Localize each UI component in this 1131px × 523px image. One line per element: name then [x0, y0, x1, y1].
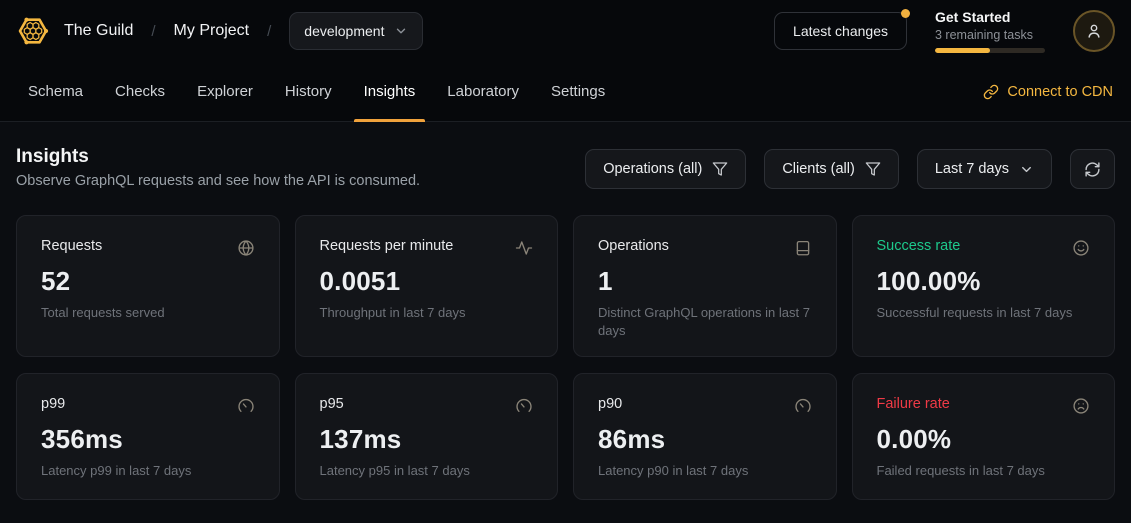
latest-changes-button[interactable]: Latest changes: [774, 12, 907, 50]
tab-history[interactable]: History: [275, 62, 342, 121]
chevron-down-icon: [1019, 162, 1034, 177]
chevron-down-icon: [394, 24, 408, 38]
stat-card-description: Latency p90 in last 7 days: [598, 462, 812, 480]
stat-card-value: 0.0051: [320, 266, 534, 297]
link-icon: [983, 84, 999, 100]
tab-insights[interactable]: Insights: [354, 62, 426, 121]
stat-card-title: Success rate: [877, 238, 961, 254]
clients-filter-button[interactable]: Clients (all): [764, 149, 899, 189]
latest-changes-label: Latest changes: [793, 23, 888, 39]
connect-to-cdn-link[interactable]: Connect to CDN: [983, 62, 1113, 121]
get-started-widget[interactable]: Get Started 3 remaining tasks: [935, 9, 1045, 53]
funnel-icon: [712, 161, 728, 177]
clients-filter-label: Clients (all): [782, 161, 855, 177]
get-started-subtitle: 3 remaining tasks: [935, 28, 1045, 42]
stat-card-value: 100.00%: [877, 266, 1091, 297]
refresh-button[interactable]: [1070, 149, 1115, 189]
notification-dot: [901, 9, 910, 18]
stat-card-title: p99: [41, 396, 65, 412]
tab-schema[interactable]: Schema: [18, 62, 93, 121]
gauge-icon: [794, 397, 812, 415]
operations-filter-label: Operations (all): [603, 161, 702, 177]
frown-icon: [1072, 397, 1090, 415]
stat-card: Failure rate 0.00% Failed requests in la…: [852, 373, 1116, 500]
stat-card: Operations 1 Distinct GraphQL operations…: [573, 215, 837, 357]
stat-card: p90 86ms Latency p90 in last 7 days: [573, 373, 837, 500]
user-avatar[interactable]: [1073, 10, 1115, 52]
stat-card-title: Failure rate: [877, 396, 950, 412]
book-icon: [794, 239, 812, 257]
stat-card-value: 0.00%: [877, 424, 1091, 455]
breadcrumb-org[interactable]: The Guild: [64, 22, 133, 40]
stat-card-title: Operations: [598, 238, 669, 254]
stat-card: Requests 52 Total requests served: [16, 215, 280, 357]
period-filter-value: Last 7 days: [935, 161, 1009, 177]
operations-filter-button[interactable]: Operations (all): [585, 149, 746, 189]
stat-card-description: Throughput in last 7 days: [320, 304, 534, 322]
stat-card-description: Total requests served: [41, 304, 255, 322]
target-selector-value: development: [304, 23, 384, 39]
stat-card-title: p90: [598, 396, 622, 412]
globe-icon: [237, 239, 255, 257]
smile-icon: [1072, 239, 1090, 257]
stat-card-value: 1: [598, 266, 812, 297]
page-title: Insights: [16, 146, 420, 168]
refresh-icon: [1084, 161, 1101, 178]
stat-card-value: 137ms: [320, 424, 534, 455]
top-header: The Guild / My Project / development Lat…: [0, 0, 1131, 62]
connect-to-cdn-label: Connect to CDN: [1007, 84, 1113, 100]
main-nav: SchemaChecksExplorerHistoryInsightsLabor…: [0, 62, 1131, 122]
stat-card-description: Failed requests in last 7 days: [877, 462, 1091, 480]
stat-card: Requests per minute 0.0051 Throughput in…: [295, 215, 559, 357]
target-selector-dropdown[interactable]: development: [289, 12, 423, 50]
tab-settings[interactable]: Settings: [541, 62, 615, 121]
funnel-icon: [865, 161, 881, 177]
tab-checks[interactable]: Checks: [105, 62, 175, 121]
stat-card: p99 356ms Latency p99 in last 7 days: [16, 373, 280, 500]
insights-page: Insights Observe GraphQL requests and se…: [0, 122, 1131, 500]
breadcrumb-separator: /: [147, 23, 159, 40]
person-icon: [1085, 22, 1103, 40]
tab-laboratory[interactable]: Laboratory: [437, 62, 529, 121]
get-started-progress-bar: [935, 48, 1045, 53]
stat-card-title: Requests per minute: [320, 238, 454, 254]
filters-toolbar: Operations (all) Clients (all) Last 7 da…: [585, 146, 1115, 189]
get-started-progress-fill: [935, 48, 990, 53]
stat-card-value: 356ms: [41, 424, 255, 455]
stat-card-description: Latency p95 in last 7 days: [320, 462, 534, 480]
stat-card-description: Latency p99 in last 7 days: [41, 462, 255, 480]
stat-card-description: Distinct GraphQL operations in last 7 da…: [598, 304, 812, 339]
period-filter-dropdown[interactable]: Last 7 days: [917, 149, 1052, 189]
tabs: SchemaChecksExplorerHistoryInsightsLabor…: [18, 62, 615, 121]
breadcrumb-separator: /: [263, 23, 275, 40]
stat-card-value: 52: [41, 266, 255, 297]
stat-card: Success rate 100.00% Successful requests…: [852, 215, 1116, 357]
gauge-icon: [237, 397, 255, 415]
stat-card-title: p95: [320, 396, 344, 412]
breadcrumb-project[interactable]: My Project: [174, 22, 250, 40]
stat-card-value: 86ms: [598, 424, 812, 455]
stat-card-description: Successful requests in last 7 days: [877, 304, 1091, 322]
activity-icon: [515, 239, 533, 257]
stats-grid: Requests 52 Total requests served Reques…: [16, 215, 1115, 500]
tab-explorer[interactable]: Explorer: [187, 62, 263, 121]
stat-card: p95 137ms Latency p95 in last 7 days: [295, 373, 559, 500]
hive-logo-icon[interactable]: [16, 14, 50, 48]
section-heading: Insights Observe GraphQL requests and se…: [16, 146, 420, 189]
stat-card-title: Requests: [41, 238, 102, 254]
page-description: Observe GraphQL requests and see how the…: [16, 173, 420, 189]
get-started-title: Get Started: [935, 9, 1045, 27]
gauge-icon: [515, 397, 533, 415]
